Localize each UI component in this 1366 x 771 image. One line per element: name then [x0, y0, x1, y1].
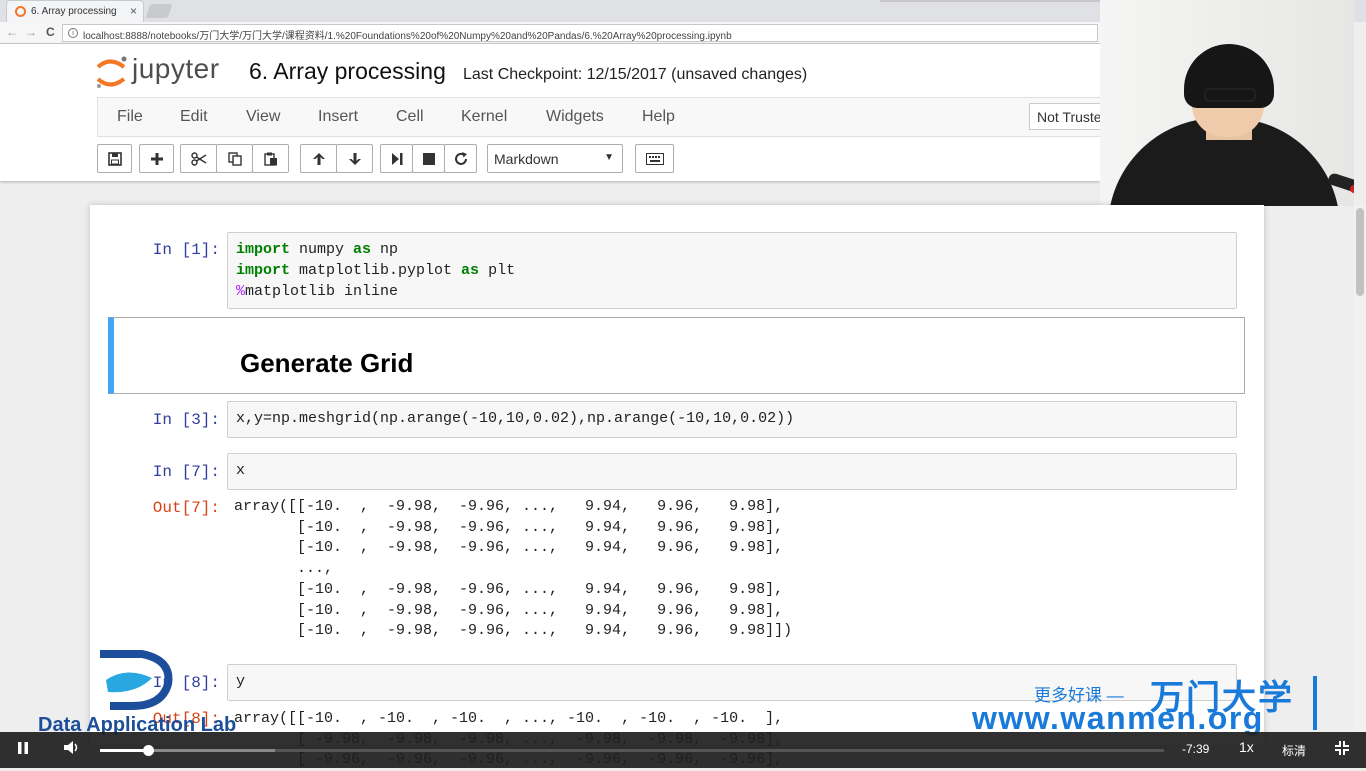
cell-7-output-prompt: Out[7]: — [152, 499, 220, 517]
webcam-overlay — [1100, 0, 1354, 206]
page-scrollbar[interactable] — [1354, 206, 1366, 732]
move-group — [300, 144, 373, 173]
data-application-lab-logo-icon — [100, 650, 173, 710]
run-cell-button[interactable] — [380, 144, 413, 173]
copy-icon — [227, 151, 242, 166]
chevron-down-icon: ▼ — [604, 152, 614, 163]
notebook-container: In [1]: import numpy as np import matplo… — [90, 205, 1264, 768]
info-icon: i — [68, 28, 78, 38]
keyword: as — [353, 241, 372, 258]
magic-symbol: % — [236, 283, 246, 300]
jupyter-logo-text: jupyter — [132, 53, 220, 84]
jupyter-favicon-icon — [15, 6, 26, 17]
menu-edit[interactable]: Edit — [180, 108, 208, 126]
quality-button[interactable]: 标清 — [1282, 742, 1306, 759]
keyboard-icon — [645, 152, 664, 165]
command-palette-button[interactable] — [635, 144, 674, 173]
exit-fullscreen-icon — [1335, 741, 1349, 755]
stop-icon — [422, 152, 435, 165]
video-player-bar: -7:39 1x 标清 — [0, 732, 1366, 768]
seek-bar[interactable] — [100, 745, 1164, 756]
cell-type-select[interactable]: Markdown ▼ — [487, 144, 623, 173]
checkpoint-status: Last Checkpoint: 12/15/2017 (unsaved cha… — [463, 66, 808, 83]
keyword: as — [461, 262, 480, 279]
cell-7-input[interactable]: x — [227, 453, 1237, 490]
interrupt-button[interactable] — [412, 144, 445, 173]
jupyter-header: jupyter 6. Array processing Last Checkpo… — [0, 44, 1109, 181]
browser-tab[interactable]: 6. Array processing × — [6, 0, 144, 22]
speed-button[interactable]: 1x — [1239, 739, 1254, 755]
code-text: np — [371, 241, 399, 258]
cell-1-input[interactable]: import numpy as np import matplotlib.pyp… — [227, 232, 1237, 309]
save-button[interactable] — [97, 144, 132, 173]
cell-3-input[interactable]: x,y=np.meshgrid(np.arange(-10,10,0.02),n… — [227, 401, 1237, 438]
code-text: y — [236, 673, 246, 690]
code-text: x,y=np.meshgrid(np.arange(-10,10,0.02),n… — [236, 410, 795, 427]
time-remaining: -7:39 — [1182, 742, 1210, 756]
code-text: plt — [479, 262, 516, 279]
save-icon — [107, 151, 122, 166]
move-up-button[interactable] — [300, 144, 337, 173]
watermark-divider — [1313, 676, 1317, 730]
cut-button[interactable] — [180, 144, 217, 173]
back-icon[interactable]: ← — [6, 25, 18, 39]
code-text: matplotlib.pyplot — [290, 262, 462, 279]
microphone-tip — [1350, 185, 1354, 193]
clipboard-group — [180, 144, 289, 173]
run-group — [380, 144, 477, 173]
url-text: localhost:8888/notebooks/万门大学/万门大学/课程资料/… — [83, 31, 732, 42]
volume-icon — [64, 741, 78, 754]
arrow-down-icon — [348, 152, 361, 165]
copy-button[interactable] — [216, 144, 253, 173]
pause-button[interactable] — [18, 741, 28, 757]
scrollbar-thumb[interactable] — [1356, 208, 1364, 296]
move-down-button[interactable] — [336, 144, 373, 173]
keyword: import — [236, 241, 291, 258]
seek-handle[interactable] — [142, 745, 154, 756]
code-text: numpy — [290, 241, 354, 258]
markdown-heading: Generate Grid — [240, 348, 414, 378]
arrow-up-icon — [312, 152, 325, 165]
notebook-name[interactable]: 6. Array processing — [249, 58, 446, 85]
address-bar-row: ← → C i localhost:8888/notebooks/万门大学/万门… — [0, 22, 1100, 44]
plus-icon — [150, 152, 163, 165]
tab-close-icon[interactable]: × — [130, 4, 137, 18]
reload-icon[interactable]: C — [46, 25, 55, 39]
scissors-icon — [190, 151, 206, 166]
forward-icon[interactable]: → — [25, 25, 37, 39]
menu-kernel[interactable]: Kernel — [461, 108, 507, 126]
menu-cell[interactable]: Cell — [396, 108, 424, 126]
menu-view[interactable]: View — [246, 108, 280, 126]
cell-type-value: Markdown — [494, 151, 559, 167]
restart-button[interactable] — [444, 144, 477, 173]
cell-7-output: array([[-10. , -9.98, -9.96, ..., 9.94, … — [234, 498, 793, 640]
played-bar — [100, 749, 148, 752]
cell-1-prompt: In [1]: — [152, 241, 220, 259]
paste-icon — [263, 152, 277, 166]
code-text: x — [236, 462, 246, 479]
trust-indicator[interactable]: Not Trusted — [1029, 103, 1109, 130]
insert-cell-button[interactable] — [139, 144, 174, 173]
tab-title: 6. Array processing — [31, 6, 117, 17]
url-input[interactable]: i localhost:8888/notebooks/万门大学/万门大学/课程资… — [62, 24, 1098, 42]
cell-3-prompt: In [3]: — [152, 411, 220, 429]
cell-7-prompt: In [7]: — [152, 463, 220, 481]
menu-file[interactable]: File — [117, 108, 143, 126]
menu-widgets[interactable]: Widgets — [546, 108, 604, 126]
markdown-cell-selected[interactable]: Generate Grid — [108, 317, 1245, 394]
presenter-glasses — [1204, 88, 1256, 102]
paste-button[interactable] — [252, 144, 289, 173]
exit-fullscreen-button[interactable] — [1335, 741, 1349, 758]
menu-help[interactable]: Help — [642, 108, 675, 126]
volume-button[interactable] — [64, 741, 80, 757]
code-text: matplotlib inline — [245, 283, 399, 300]
menu-insert[interactable]: Insert — [318, 108, 358, 126]
step-icon — [391, 152, 402, 165]
new-tab-button[interactable] — [145, 4, 173, 18]
pause-icon — [18, 742, 28, 754]
restart-icon — [454, 151, 467, 165]
keyword: import — [236, 262, 291, 279]
menu-bar: File Edit View Insert Cell Kernel Widget… — [97, 97, 1100, 137]
